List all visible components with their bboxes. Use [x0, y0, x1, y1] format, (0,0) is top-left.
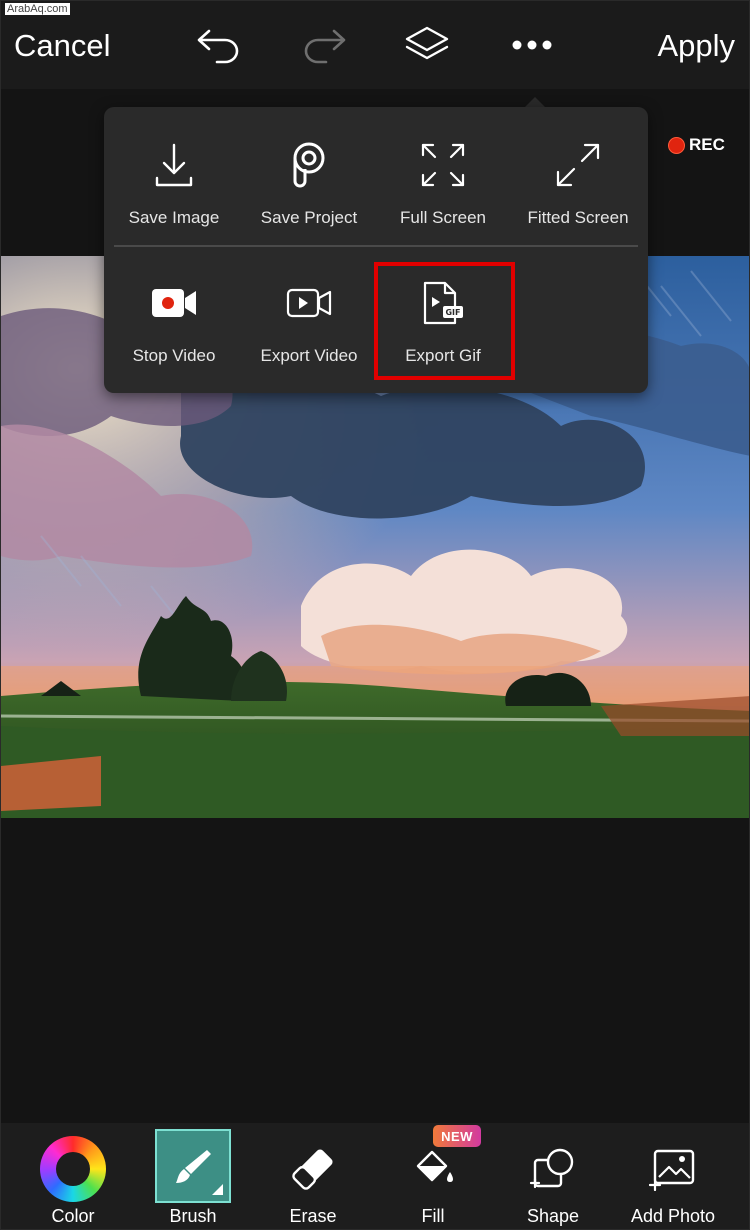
menu-item-label: Stop Video	[132, 346, 216, 365]
tool-erase[interactable]: Erase	[253, 1123, 373, 1229]
new-badge: NEW	[433, 1125, 481, 1147]
tool-color[interactable]: Color	[13, 1123, 133, 1229]
menu-item-label: Fitted Screen	[527, 208, 629, 227]
watermark: ArabAq.com	[5, 3, 70, 15]
tool-label: Shape	[526, 1206, 580, 1226]
tool-brush[interactable]: Brush	[133, 1123, 253, 1229]
svg-text:GIF: GIF	[445, 308, 460, 317]
apply-button[interactable]: Apply	[657, 28, 735, 64]
menu-caret	[525, 97, 545, 107]
layers-icon[interactable]	[403, 23, 451, 67]
color-wheel-icon	[40, 1136, 106, 1202]
bottom-toolbar: Color Brush Erase Fill Shape Add Photo	[1, 1123, 749, 1229]
redo-icon[interactable]	[300, 23, 348, 67]
undo-icon[interactable]	[195, 23, 243, 67]
shape-icon	[493, 1131, 613, 1207]
menu-item-export-video[interactable]: Export Video	[241, 107, 377, 365]
menu-item-fitted-screen[interactable]: Fitted Screen	[510, 107, 646, 227]
cancel-button[interactable]: Cancel	[14, 28, 111, 64]
menu-item-label: Export Gif	[405, 346, 481, 365]
menu-divider	[114, 245, 638, 247]
more-icon[interactable]	[508, 23, 556, 67]
menu-item-stop-video[interactable]: Stop Video	[106, 107, 242, 365]
rec-dot-icon	[668, 136, 685, 154]
menu-item-label: Export Video	[260, 346, 358, 365]
tool-label: Add Photo	[630, 1206, 716, 1226]
brush-icon	[155, 1129, 231, 1203]
top-bar: Cancel Apply	[1, 1, 749, 89]
menu-item-export-gif[interactable]: GIF Export Gif	[375, 107, 511, 365]
tool-label: Fill	[421, 1206, 445, 1226]
add-photo-icon	[613, 1131, 733, 1207]
tool-shape[interactable]: Shape	[493, 1123, 613, 1229]
recording-indicator: REC	[668, 135, 725, 155]
tool-label: Erase	[289, 1206, 337, 1226]
video-record-icon	[106, 277, 242, 329]
app-screen: Cancel Apply ArabAq.com REC Save Image S…	[0, 0, 750, 1230]
more-options-menu: Save Image Save Project Full Screen Fitt…	[104, 107, 648, 393]
rec-label: REC	[689, 135, 725, 154]
tool-add-photo[interactable]: Add Photo	[613, 1123, 733, 1229]
video-play-icon	[241, 277, 377, 329]
tool-label: Color	[51, 1206, 95, 1226]
diagonal-expand-icon	[510, 139, 646, 191]
tool-label: Brush	[169, 1206, 217, 1226]
gif-file-icon: GIF	[375, 277, 511, 329]
eraser-icon	[253, 1131, 373, 1207]
